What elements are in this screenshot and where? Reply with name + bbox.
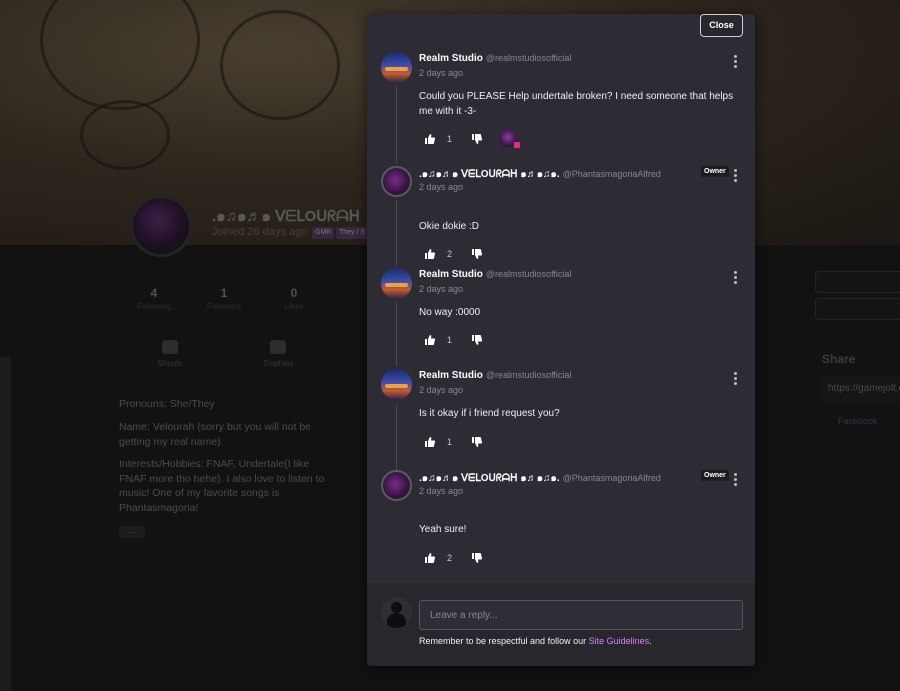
thumbs-up-icon[interactable] xyxy=(425,553,435,563)
thumbs-down-icon[interactable] xyxy=(472,553,482,563)
comment-author[interactable]: .๑♫๑♬๑ ᐯᗴᒪOᑌᖇᗩᕼ ๑♬๑♫๑. @PhantasmagoriaAlf… xyxy=(419,471,661,486)
comment-timestamp: 2 days ago xyxy=(419,68,464,78)
thumbs-down-icon[interactable] xyxy=(472,249,482,259)
author-name: .๑♫๑♬๑ ᐯᗴᒪOᑌᖇᗩᕼ ๑♬๑♫๑. xyxy=(419,169,560,180)
author-handle: @realmstudiosofficial xyxy=(485,370,572,380)
comment-actions: 2 xyxy=(425,553,725,567)
comment-timestamp: 2 days ago xyxy=(419,284,464,294)
like-count: 1 xyxy=(447,437,453,447)
owner-badge: Owner xyxy=(701,166,729,177)
user-avatar[interactable] xyxy=(381,470,412,501)
reply-input[interactable] xyxy=(419,600,743,630)
comment-text: No way :0000 xyxy=(419,307,481,318)
comment-text: Could you PLEASE Help undertale broken? … xyxy=(419,91,734,117)
comment-actions: 1 xyxy=(425,437,725,451)
thread-line xyxy=(396,86,397,164)
author-name: Realm Studio xyxy=(419,370,483,381)
comment-text: Okie dokie :D xyxy=(419,221,480,232)
author-handle: @realmstudiosofficial xyxy=(485,269,572,279)
like-count: 2 xyxy=(447,249,453,259)
more-options-icon[interactable] xyxy=(733,55,737,70)
comment-author[interactable]: Realm Studio @realmstudiosofficial xyxy=(419,53,571,64)
more-options-icon[interactable] xyxy=(733,271,737,286)
thread-line xyxy=(396,404,397,470)
author-handle: @PhantasmagoriaAlfred xyxy=(562,473,661,483)
comment-text: Is it okay if i friend request you? xyxy=(419,408,560,419)
owner-badge: Owner xyxy=(701,470,729,481)
thread-line xyxy=(396,302,397,366)
more-options-icon[interactable] xyxy=(733,372,737,387)
more-options-icon[interactable] xyxy=(733,169,737,184)
author-name: Realm Studio xyxy=(419,269,483,280)
like-count: 2 xyxy=(447,553,453,563)
thumbs-up-icon[interactable] xyxy=(425,134,435,144)
thumbs-down-icon[interactable] xyxy=(472,335,482,345)
comment-text: Yeah sure! xyxy=(419,524,467,535)
thumbs-up-icon[interactable] xyxy=(425,437,435,447)
reply-composer: Remember to be respectful and follow our… xyxy=(367,582,755,666)
comment-timestamp: 2 days ago xyxy=(419,385,464,395)
comment-thread-scroll[interactable]: Close Realm Studio @realmstudiosofficial … xyxy=(367,14,755,582)
more-options-icon[interactable] xyxy=(733,473,737,488)
comment-thread-modal: Close Realm Studio @realmstudiosofficial … xyxy=(367,14,755,666)
current-user-avatar xyxy=(381,597,412,628)
guidelines-note: Remember to be respectful and follow our… xyxy=(419,636,652,646)
like-count: 1 xyxy=(447,335,453,345)
liker-badge-icon xyxy=(514,142,520,148)
comment-timestamp: 2 days ago xyxy=(419,182,464,192)
comment-author[interactable]: Realm Studio @realmstudiosofficial xyxy=(419,370,571,381)
close-button[interactable]: Close xyxy=(700,14,743,37)
thread-line xyxy=(396,200,397,266)
site-guidelines-link[interactable]: Site Guidelines xyxy=(589,636,650,646)
user-avatar[interactable] xyxy=(381,268,412,299)
liker-avatar[interactable] xyxy=(499,129,520,148)
like-count: 1 xyxy=(447,134,453,144)
comment-timestamp: 2 days ago xyxy=(419,486,464,496)
author-handle: @PhantasmagoriaAlfred xyxy=(562,169,661,179)
author-name: Realm Studio xyxy=(419,53,483,64)
comment-author[interactable]: Realm Studio @realmstudiosofficial xyxy=(419,269,571,280)
user-avatar[interactable] xyxy=(381,52,412,83)
thumbs-down-icon[interactable] xyxy=(472,437,482,447)
user-avatar[interactable] xyxy=(381,166,412,197)
comment-actions: 1 xyxy=(425,129,725,148)
guidelines-period: . xyxy=(649,636,652,646)
thumbs-down-icon[interactable] xyxy=(472,134,482,144)
author-handle: @realmstudiosofficial xyxy=(485,53,572,63)
comment-actions: 1 xyxy=(425,335,725,349)
thumbs-up-icon[interactable] xyxy=(425,249,435,259)
guidelines-text: Remember to be respectful and follow our xyxy=(419,636,589,646)
comment-actions: 2 xyxy=(425,249,725,263)
user-avatar[interactable] xyxy=(381,369,412,400)
thumbs-up-icon[interactable] xyxy=(425,335,435,345)
comment-author[interactable]: .๑♫๑♬๑ ᐯᗴᒪOᑌᖇᗩᕼ ๑♬๑♫๑. @PhantasmagoriaAlf… xyxy=(419,167,661,182)
author-name: .๑♫๑♬๑ ᐯᗴᒪOᑌᖇᗩᕼ ๑♬๑♫๑. xyxy=(419,473,560,484)
